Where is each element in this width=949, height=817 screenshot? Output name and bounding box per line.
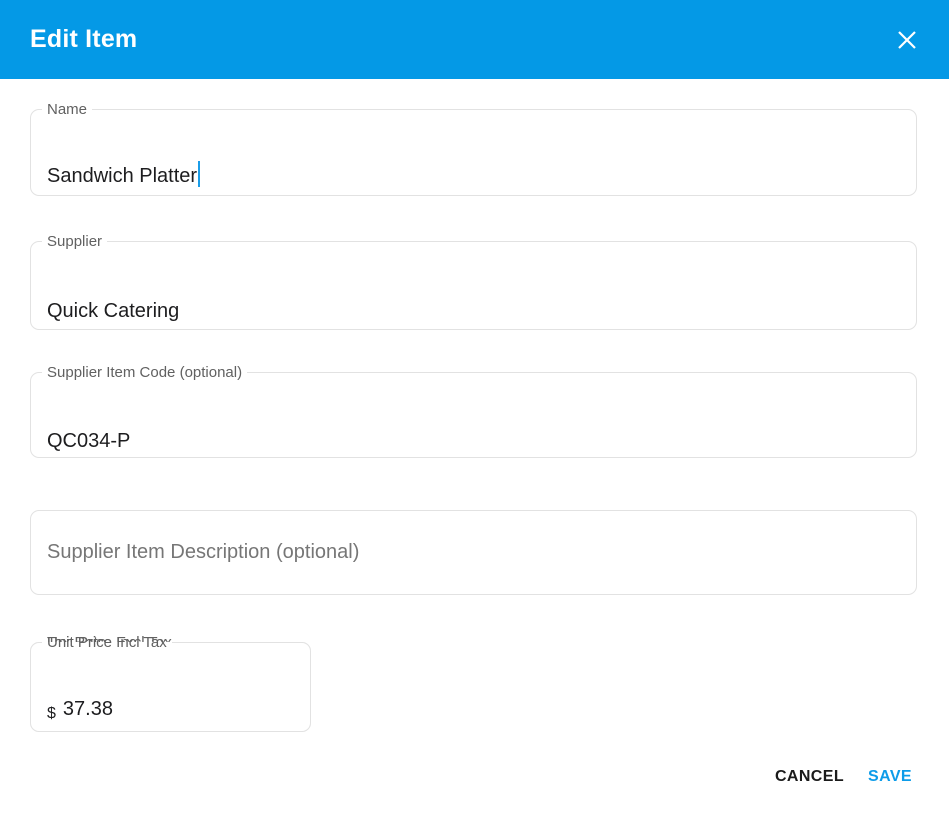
edit-item-dialog: Edit Item Name Sandwich Platter Supplier… bbox=[0, 0, 949, 817]
supplier-item-description-placeholder: Supplier Item Description (optional) bbox=[47, 541, 359, 564]
name-field[interactable]: Name Sandwich Platter bbox=[30, 102, 917, 196]
supplier-item-code-label: Supplier Item Code (optional) bbox=[42, 365, 247, 380]
unit-price-incl-tax-field[interactable]: Unit Price Incl Tax $ 37.38 bbox=[30, 635, 311, 732]
currency-prefix: $ bbox=[47, 705, 56, 723]
name-field-label: Name bbox=[42, 102, 92, 117]
supplier-field: Supplier Quick Catering bbox=[30, 234, 917, 330]
dialog-actions: CANCEL SAVE bbox=[768, 760, 919, 794]
supplier-field-value: Quick Catering bbox=[47, 297, 900, 325]
dialog-header: Edit Item bbox=[0, 0, 949, 79]
close-icon bbox=[895, 28, 919, 52]
dialog-title: Edit Item bbox=[30, 25, 137, 54]
name-field-value[interactable]: Sandwich Platter bbox=[47, 161, 900, 190]
unit-price-incl-tax-label: Unit Price Incl Tax bbox=[42, 635, 172, 650]
supplier-field-label: Supplier bbox=[42, 234, 107, 249]
supplier-item-code-value[interactable]: QC034-P bbox=[47, 427, 900, 455]
supplier-item-code-field[interactable]: Supplier Item Code (optional) QC034-P bbox=[30, 365, 917, 458]
unit-price-incl-tax-value[interactable]: 37.38 bbox=[63, 695, 113, 723]
close-button[interactable] bbox=[887, 20, 927, 60]
save-button[interactable]: SAVE bbox=[861, 760, 919, 794]
supplier-item-description-field[interactable]: Supplier Item Description (optional) bbox=[30, 510, 917, 595]
cancel-button[interactable]: CANCEL bbox=[768, 760, 851, 794]
text-cursor bbox=[198, 161, 200, 187]
